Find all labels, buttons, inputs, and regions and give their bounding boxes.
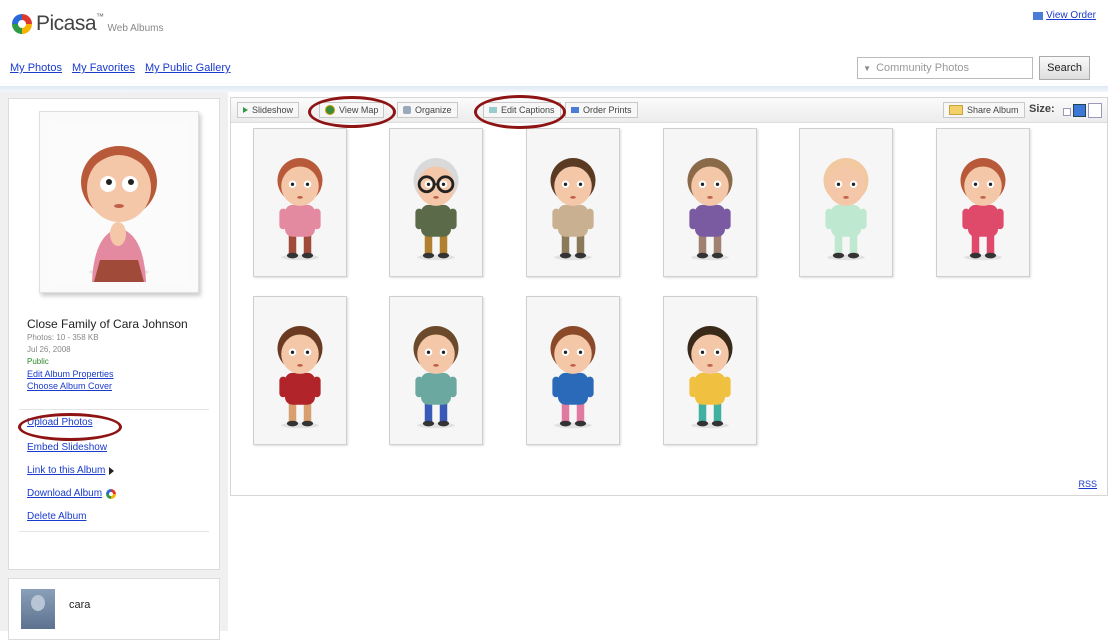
- figure-illustration: [413, 157, 459, 260]
- search-scope-dropdown-icon[interactable]: ▼: [858, 64, 876, 73]
- top-nav: My Photos My Favorites My Public Gallery: [10, 62, 231, 74]
- album-date: Jul 26, 2008: [27, 345, 71, 354]
- cover-figure: [81, 146, 157, 282]
- album-content: Slideshow View Map Organize Edit Caption…: [230, 97, 1108, 496]
- view-map-button[interactable]: View Map: [319, 102, 385, 118]
- nav-my-favorites[interactable]: My Favorites: [72, 62, 135, 74]
- search-bar: ▼ Community Photos Search: [857, 56, 1090, 80]
- organize-button[interactable]: Organize: [397, 102, 458, 118]
- caption-icon: [489, 107, 497, 113]
- photo-thumbnail[interactable]: [253, 296, 347, 445]
- figure-illustration: [687, 157, 733, 260]
- share-album-button[interactable]: Share Album: [943, 102, 1025, 118]
- view-order-link[interactable]: View Order: [1033, 10, 1096, 21]
- photo-thumbnail[interactable]: [936, 128, 1030, 277]
- photo-thumbnail[interactable]: [253, 128, 347, 277]
- edit-album-properties-link[interactable]: Edit Album Properties: [27, 369, 114, 379]
- brand-subtitle: Web Albums: [107, 22, 164, 34]
- photo-thumbnail[interactable]: [663, 296, 757, 445]
- share-album-label: Share Album: [967, 105, 1019, 115]
- delete-album-link[interactable]: Delete Album: [27, 511, 86, 522]
- embed-slideshow-link[interactable]: Embed Slideshow: [27, 442, 107, 453]
- cart-icon: [1033, 11, 1044, 20]
- photo-thumbnail[interactable]: [389, 128, 483, 277]
- organize-label: Organize: [415, 105, 452, 115]
- photo-thumbnail[interactable]: [389, 296, 483, 445]
- download-album-link[interactable]: Download Album: [27, 488, 102, 499]
- delete-album-action[interactable]: Delete Album: [27, 511, 86, 522]
- edit-captions-button[interactable]: Edit Captions: [483, 102, 561, 118]
- edit-captions-label: Edit Captions: [501, 105, 555, 115]
- album-photo-count: Photos: 10 - 358 KB: [27, 333, 99, 342]
- size-medium-icon[interactable]: [1073, 104, 1086, 117]
- nav-my-photos[interactable]: My Photos: [10, 62, 62, 74]
- nav-my-public-gallery[interactable]: My Public Gallery: [145, 62, 231, 74]
- figure-illustration: [277, 325, 323, 428]
- view-map-label: View Map: [339, 105, 379, 115]
- search-placeholder: Community Photos: [876, 62, 969, 74]
- search-button[interactable]: Search: [1039, 56, 1090, 80]
- figure-illustration: [550, 157, 596, 260]
- size-large-icon[interactable]: [1088, 103, 1102, 118]
- photo-thumbnail[interactable]: [526, 128, 620, 277]
- play-icon: [243, 107, 248, 113]
- order-prints-button[interactable]: Order Prints: [565, 102, 638, 118]
- search-input[interactable]: ▼ Community Photos: [857, 57, 1034, 79]
- embed-slideshow-action[interactable]: Embed Slideshow: [27, 442, 107, 453]
- order-prints-label: Order Prints: [583, 105, 632, 115]
- figure-illustration: [413, 325, 459, 428]
- figure-illustration: [823, 157, 869, 260]
- brand-name: Picasa™: [36, 12, 104, 35]
- upload-photos-action[interactable]: Upload Photos: [27, 417, 93, 428]
- album-visibility: Public: [27, 357, 49, 366]
- choose-album-cover-link[interactable]: Choose Album Cover: [27, 381, 112, 391]
- avatar[interactable]: [21, 589, 55, 629]
- album-title: Close Family of Cara Johnson: [27, 317, 188, 331]
- divider: [19, 531, 209, 532]
- size-small-icon[interactable]: [1063, 108, 1071, 116]
- figure-illustration: [277, 157, 323, 260]
- picasa-logo-icon: [12, 14, 32, 34]
- print-icon: [571, 107, 579, 113]
- rss-link[interactable]: RSS: [1078, 479, 1097, 489]
- figure-illustration: [960, 157, 1006, 260]
- divider: [19, 409, 209, 410]
- expand-arrow-icon[interactable]: [109, 466, 115, 475]
- figure-illustration: [687, 325, 733, 428]
- album-info-panel: Close Family of Cara Johnson Photos: 10 …: [8, 98, 220, 570]
- figure-illustration: [550, 325, 596, 428]
- user-name[interactable]: cara: [69, 599, 90, 611]
- view-order-label[interactable]: View Order: [1046, 10, 1096, 21]
- size-label: Size:: [1029, 103, 1055, 115]
- link-to-album-action[interactable]: Link to this Album: [27, 465, 115, 476]
- download-album-action[interactable]: Download Album: [27, 488, 117, 499]
- album-toolbar: Slideshow View Map Organize Edit Caption…: [231, 98, 1107, 123]
- slideshow-label: Slideshow: [252, 105, 294, 115]
- album-cover-image: [49, 122, 189, 282]
- photo-thumbnail[interactable]: [526, 296, 620, 445]
- album-cover[interactable]: [39, 111, 199, 293]
- picasa-icon: [106, 488, 117, 499]
- photo-thumbnail[interactable]: [799, 128, 893, 277]
- map-pin-icon: [325, 105, 335, 115]
- organize-icon: [403, 106, 411, 114]
- envelope-icon: [949, 105, 963, 115]
- picasa-logo[interactable]: Picasa™ Web Albums: [12, 12, 163, 36]
- upload-photos-link[interactable]: Upload Photos: [27, 417, 93, 428]
- photo-thumbnail[interactable]: [663, 128, 757, 277]
- link-to-album-link[interactable]: Link to this Album: [27, 465, 105, 476]
- slideshow-button[interactable]: Slideshow: [237, 102, 300, 118]
